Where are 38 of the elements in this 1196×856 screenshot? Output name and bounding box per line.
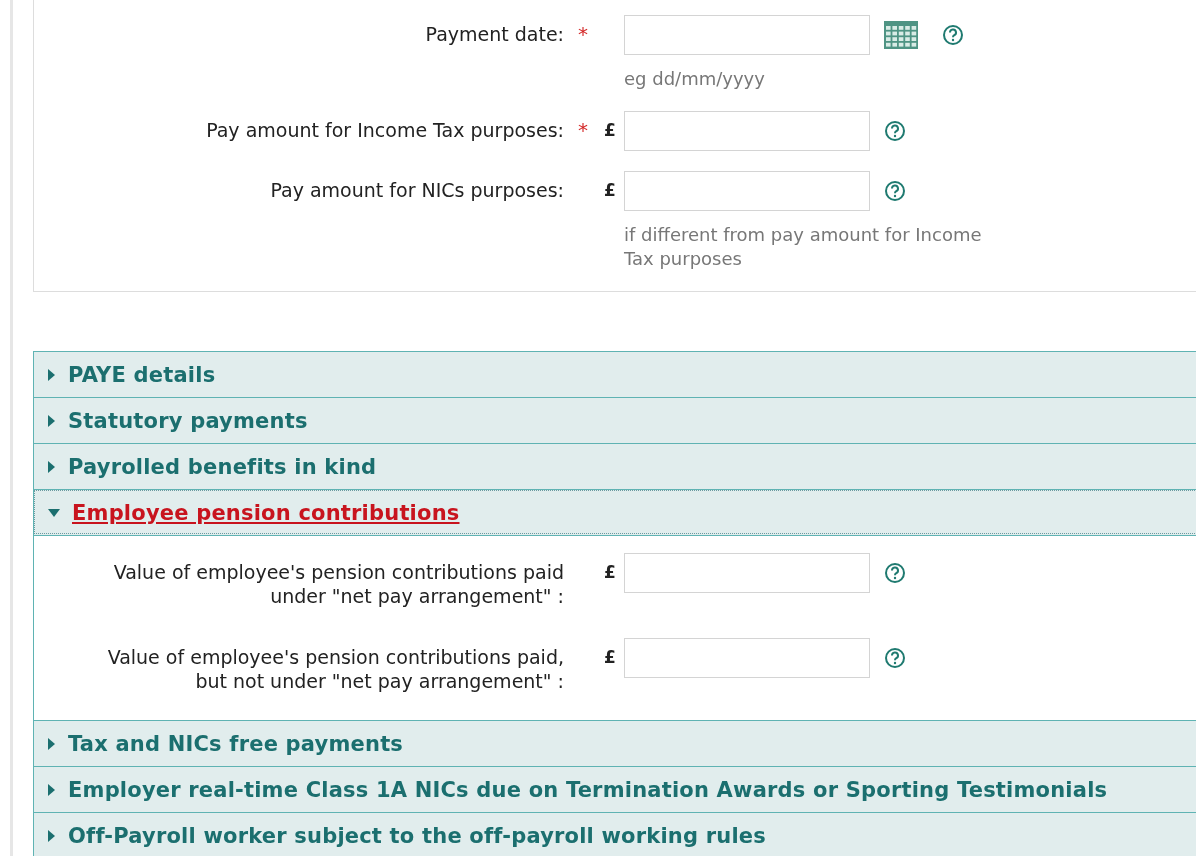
caret-right-icon <box>48 368 56 381</box>
currency-symbol: £ <box>604 180 616 200</box>
required-mark: * <box>578 118 588 142</box>
currency-symbol: £ <box>604 562 616 582</box>
required-mark: * <box>578 22 588 46</box>
caret-right-icon <box>48 829 56 842</box>
help-icon[interactable] <box>884 180 906 202</box>
amount-field[interactable] <box>624 171 870 211</box>
section-header[interactable]: Statutory payments <box>33 397 1196 443</box>
field-label: Pay amount for NICs purposes: <box>269 178 564 202</box>
section-header[interactable]: Tax and NICs free payments <box>33 720 1196 766</box>
amount-field[interactable] <box>624 553 870 593</box>
calendar-icon[interactable] <box>884 21 918 49</box>
date-field[interactable] <box>624 15 870 55</box>
hint-text: eg dd/mm/yyyy <box>624 67 766 91</box>
caret-right-icon <box>48 737 56 750</box>
caret-right-icon <box>48 414 56 427</box>
field-label: Value of employee's pension contributions paid, but not under "net pay arrangement" : <box>106 645 564 693</box>
help-icon[interactable] <box>884 647 906 669</box>
field-label: Pay amount for Income Tax purposes: <box>205 118 564 142</box>
caret-right-icon <box>48 783 56 796</box>
field-label: Payment date: <box>424 22 564 46</box>
section-header[interactable]: Payrolled benefits in kind <box>33 443 1196 489</box>
section-header[interactable]: Employee pension contributions <box>33 489 1196 535</box>
currency-symbol: £ <box>604 647 616 667</box>
hint-text: if different from pay amount for Income Tax purposes <box>624 223 983 271</box>
section-header[interactable]: Off-Payroll worker subject to the off-payroll working rules <box>33 812 1196 856</box>
caret-down-icon <box>48 508 60 517</box>
help-icon[interactable] <box>942 24 964 46</box>
amount-field[interactable] <box>624 111 870 151</box>
section-header[interactable]: PAYE details <box>33 351 1196 397</box>
amount-field[interactable] <box>624 638 870 678</box>
currency-symbol: £ <box>604 120 616 140</box>
help-icon[interactable] <box>884 120 906 142</box>
section-header[interactable]: Employer real-time Class 1A NICs due on Termination Awards or Sporting Testimonials <box>33 766 1196 812</box>
caret-right-icon <box>48 460 56 473</box>
field-label: Value of employee's pension contributions paid under "net pay arrangement" : <box>112 560 564 608</box>
help-icon[interactable] <box>884 562 906 584</box>
